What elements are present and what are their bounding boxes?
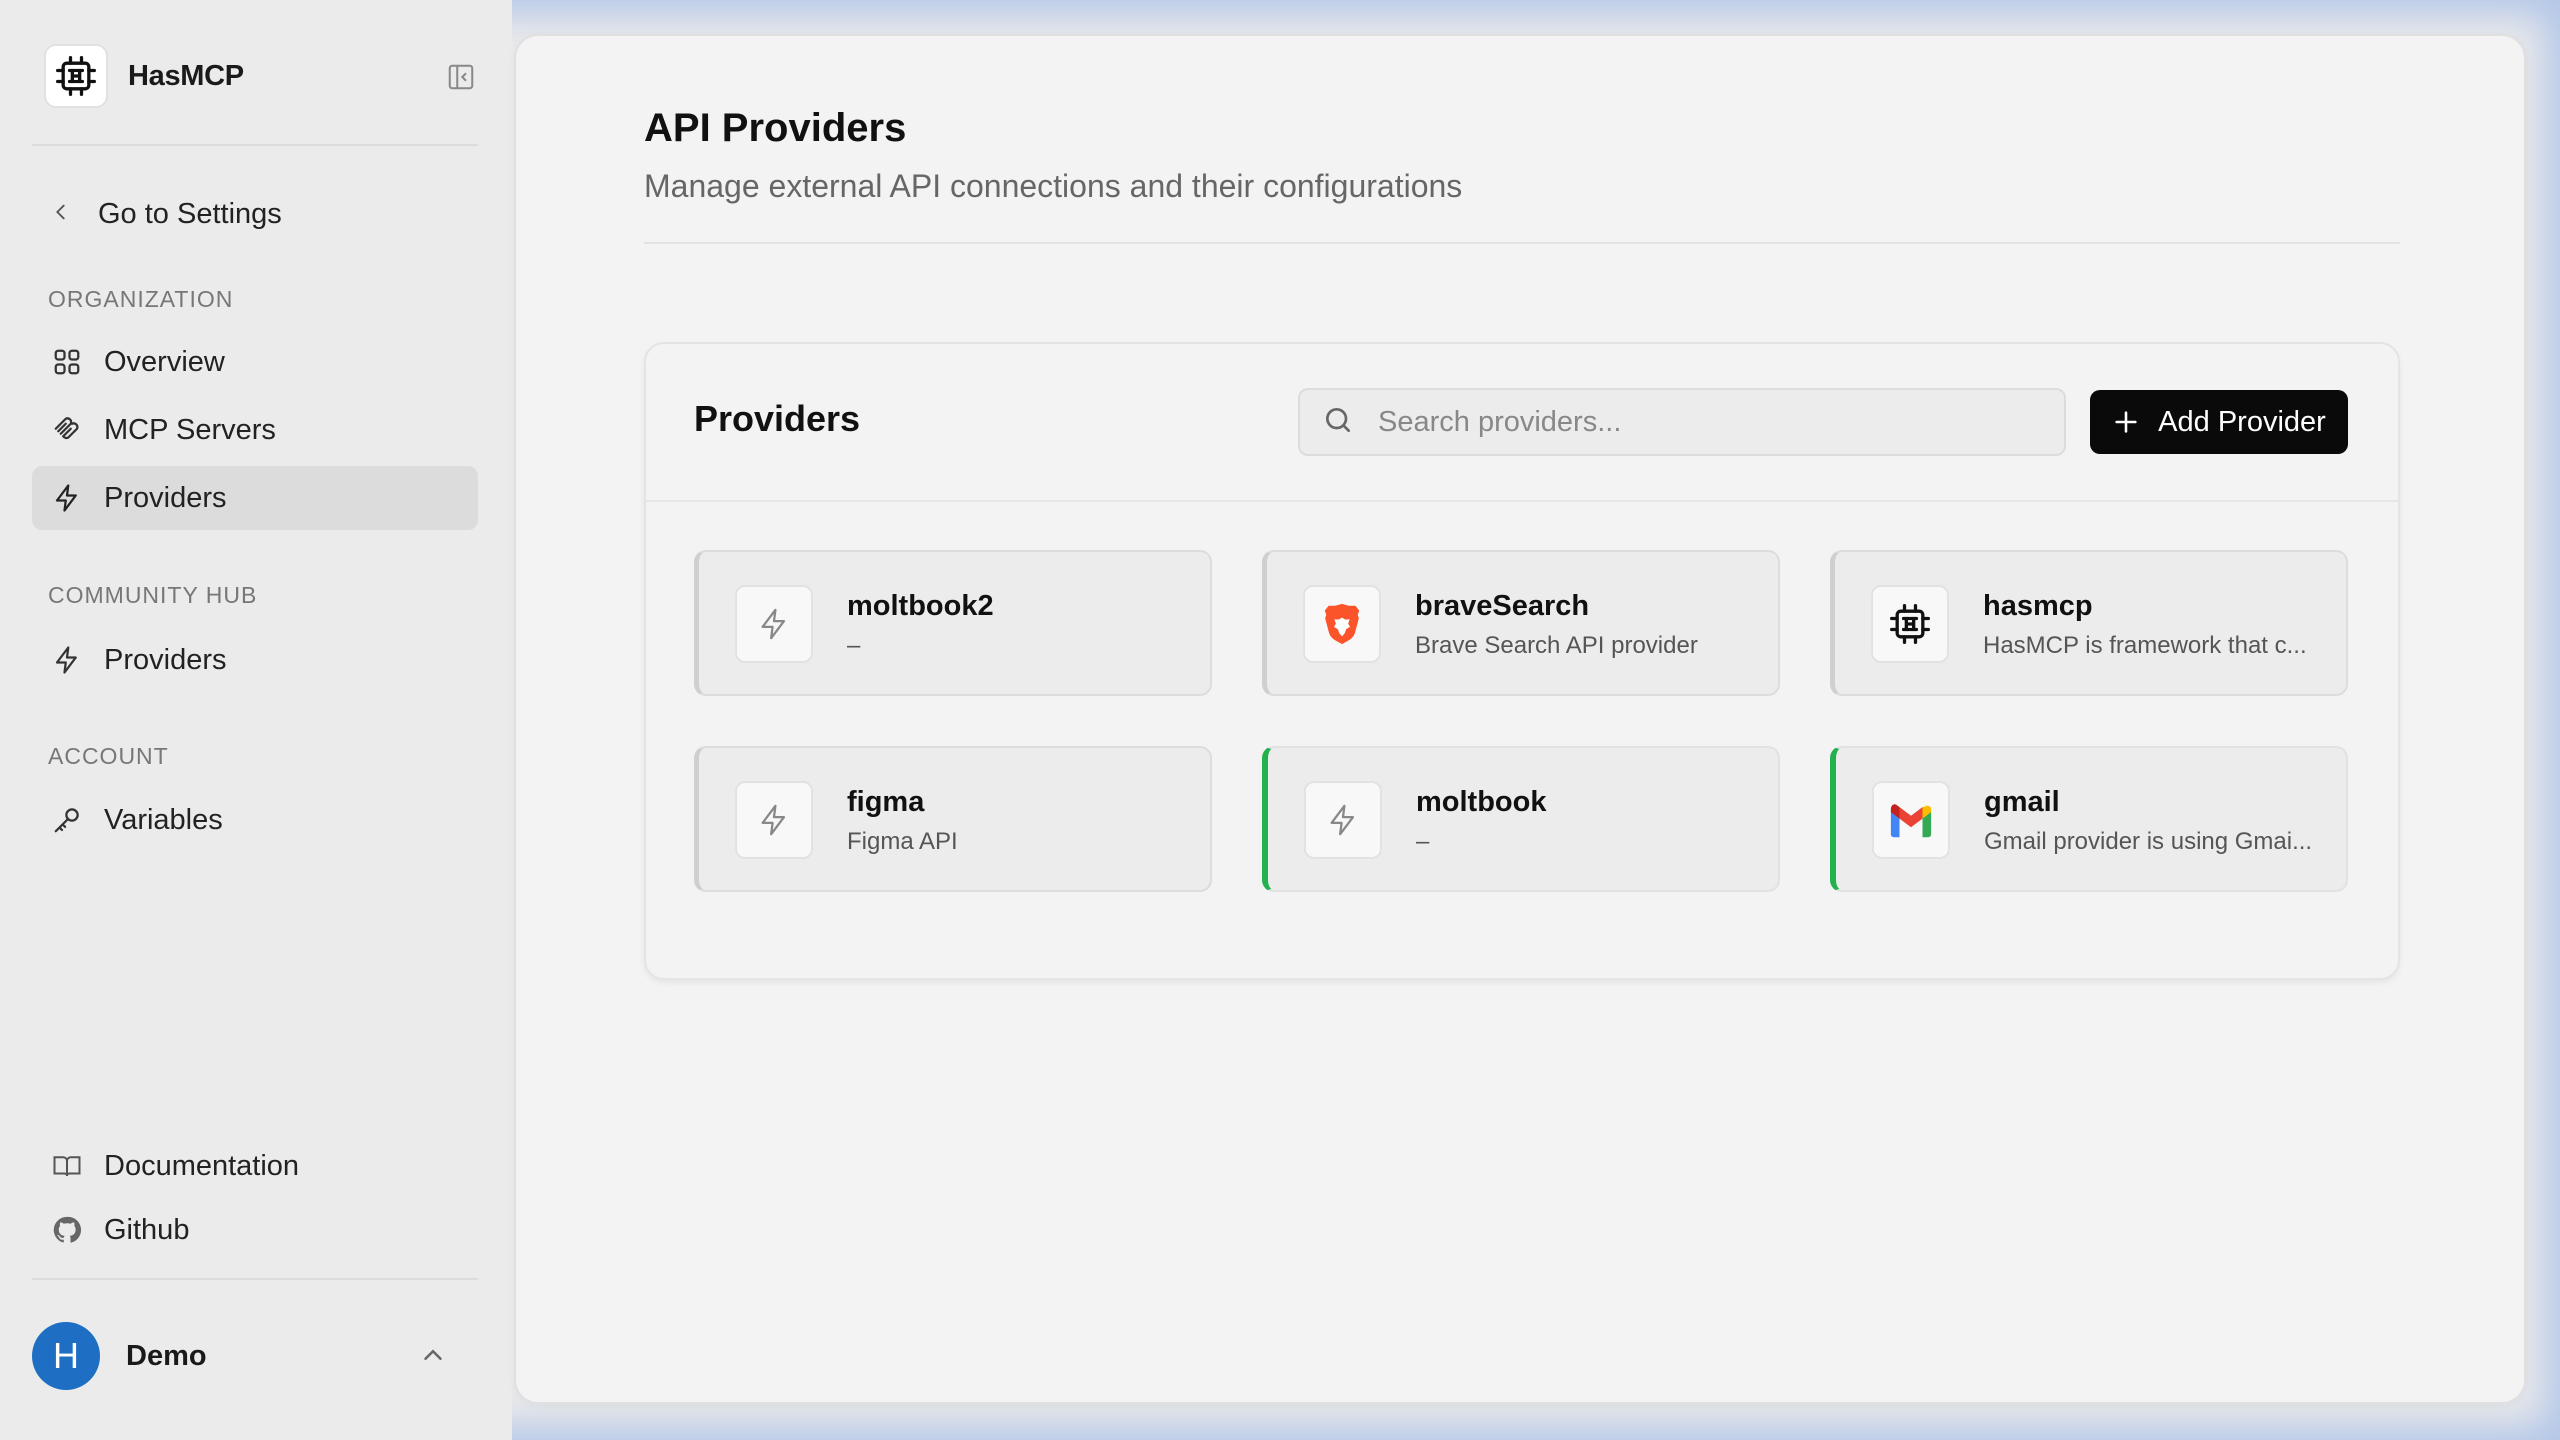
- sidebar-item-providers[interactable]: Providers: [32, 466, 478, 530]
- main-panel: API Providers Manage external API connec…: [514, 34, 2526, 1404]
- provider-description: –: [1416, 828, 1430, 855]
- provider-description: Gmail provider is using Gmai...: [1984, 828, 2313, 855]
- github-label: Github: [104, 1213, 190, 1246]
- providers-card: Providers Add Provider moltbook2: [644, 342, 2400, 980]
- provider-name: hasmcp: [1983, 590, 2093, 622]
- page-subtitle: Manage external API connections and thei…: [644, 168, 1463, 204]
- documentation-label: Documentation: [104, 1149, 300, 1182]
- documentation-link[interactable]: Documentation: [32, 1134, 478, 1198]
- provider-description: Figma API: [847, 828, 958, 855]
- brand-name: HasMCP: [128, 59, 244, 92]
- sidebar-item-variables[interactable]: Variables: [32, 788, 478, 852]
- sidebar-item-label: Variables: [104, 803, 223, 836]
- go-to-settings-label: Go to Settings: [98, 197, 282, 230]
- bolt-icon: [50, 643, 84, 677]
- user-menu[interactable]: H Demo: [32, 1320, 478, 1392]
- provider-name: gmail: [1984, 786, 2060, 818]
- book-icon: [50, 1149, 84, 1183]
- section-label-organization: ORGANIZATION: [48, 286, 234, 312]
- sidebar-item-community-providers[interactable]: Providers: [32, 628, 478, 692]
- grid-icon: [50, 345, 84, 379]
- divider: [32, 144, 478, 146]
- provider-card-moltbook[interactable]: moltbook –: [1262, 746, 1780, 892]
- section-label-account: ACCOUNT: [48, 743, 169, 769]
- github-link[interactable]: Github: [32, 1198, 478, 1262]
- avatar: H: [32, 1322, 100, 1390]
- provider-card-figma[interactable]: figma Figma API: [694, 746, 1212, 892]
- provider-card-moltbook2[interactable]: moltbook2 –: [694, 550, 1212, 696]
- chevron-left-icon: [50, 198, 72, 231]
- provider-card-gmail[interactable]: gmail Gmail provider is using Gmai...: [1830, 746, 2348, 892]
- hasmcp-logo-icon: [44, 44, 108, 108]
- bolt-icon: [735, 781, 813, 859]
- github-icon: [50, 1213, 84, 1247]
- brave-icon: [1303, 585, 1381, 663]
- provider-card-bravesearch[interactable]: braveSearch Brave Search API provider: [1262, 550, 1780, 696]
- bolt-icon: [735, 585, 813, 663]
- provider-name: moltbook: [1416, 786, 1547, 818]
- divider: [32, 1278, 478, 1280]
- search-icon: [1322, 404, 1354, 441]
- page-title: API Providers: [644, 106, 907, 150]
- sidebar-item-mcp-servers[interactable]: MCP Servers: [32, 398, 478, 462]
- provider-name: braveSearch: [1415, 590, 1590, 622]
- provider-description: –: [847, 632, 861, 659]
- provider-name: moltbook2: [847, 590, 994, 622]
- search-box[interactable]: [1298, 388, 2066, 456]
- divider: [644, 242, 2400, 244]
- provider-description: HasMCP is framework that c...: [1983, 632, 2307, 659]
- provider-description: Brave Search API provider: [1415, 632, 1698, 659]
- brand[interactable]: HasMCP: [44, 44, 244, 108]
- bolt-icon: [1304, 781, 1382, 859]
- collapse-sidebar-button[interactable]: [444, 60, 478, 94]
- add-provider-button[interactable]: Add Provider: [2090, 390, 2348, 454]
- sidebar-item-label: Overview: [104, 345, 225, 378]
- mcp-icon: [50, 413, 84, 447]
- section-label-community-hub: COMMUNITY HUB: [48, 582, 258, 608]
- app-window: HasMCP Go to Settings ORGANIZATION Overv…: [0, 0, 2560, 1440]
- add-provider-label: Add Provider: [2158, 405, 2326, 438]
- search-input[interactable]: [1378, 405, 2018, 439]
- hasmcp-icon: [1871, 585, 1949, 663]
- sidebar-item-label: Providers: [104, 481, 227, 514]
- key-icon: [50, 803, 84, 837]
- divider: [646, 500, 2398, 502]
- gmail-icon: [1872, 781, 1950, 859]
- bolt-icon: [50, 481, 84, 515]
- plus-icon: [2112, 408, 2140, 436]
- sidebar: HasMCP Go to Settings ORGANIZATION Overv…: [0, 0, 512, 1440]
- provider-card-hasmcp[interactable]: hasmcp HasMCP is framework that c...: [1830, 550, 2348, 696]
- sidebar-item-label: MCP Servers: [104, 413, 276, 446]
- provider-name: figma: [847, 786, 925, 818]
- chevron-up-icon: [418, 1340, 448, 1375]
- user-name: Demo: [126, 1339, 207, 1372]
- sidebar-item-label: Providers: [104, 643, 227, 676]
- sidebar-item-overview[interactable]: Overview: [32, 330, 478, 394]
- go-to-settings-link[interactable]: Go to Settings: [50, 194, 282, 234]
- providers-card-title: Providers: [694, 398, 861, 439]
